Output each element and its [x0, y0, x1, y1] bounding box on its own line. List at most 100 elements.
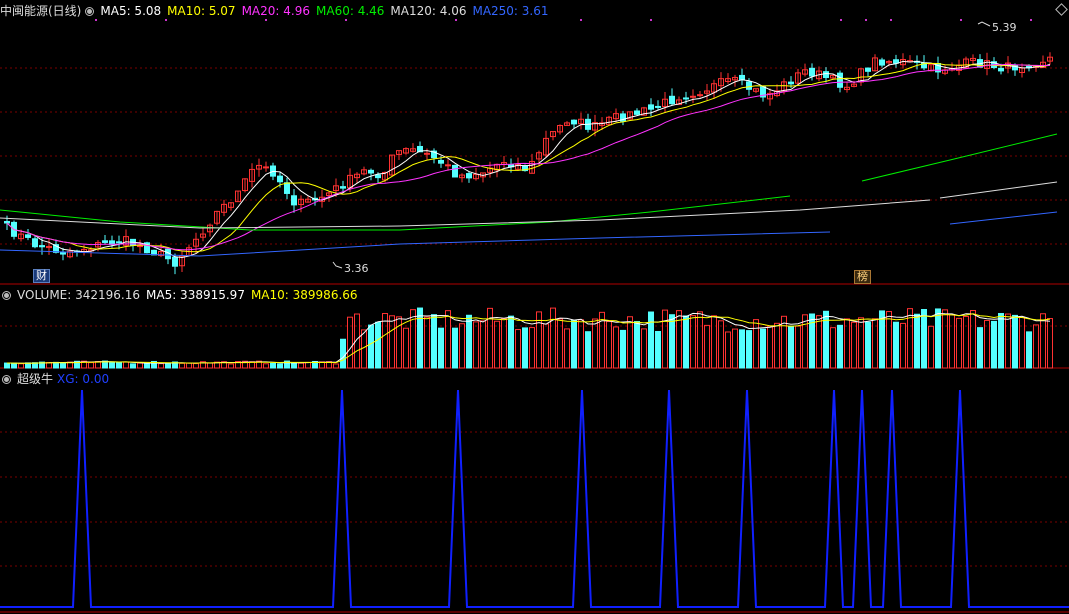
volume-bar — [298, 362, 304, 369]
volume-bar — [746, 330, 752, 369]
ma60-line — [0, 195, 791, 231]
candle-body — [102, 240, 108, 243]
volume-bar — [116, 362, 122, 369]
volume-bar — [984, 319, 990, 369]
signal-dot — [95, 19, 97, 21]
volume-bar — [641, 328, 647, 369]
candle-body — [655, 105, 661, 108]
candle-body — [697, 94, 703, 97]
volume-bar — [417, 307, 423, 369]
volume-bar — [935, 308, 941, 369]
volume-bar — [886, 311, 892, 369]
volume-bar — [970, 310, 976, 369]
finance-tag[interactable]: 财 — [33, 269, 50, 283]
volume-bar — [368, 324, 374, 369]
volume-toggle-icon[interactable] — [2, 291, 11, 300]
volume-bar — [949, 314, 955, 369]
candle-body — [669, 95, 675, 105]
volume-bar — [431, 314, 437, 369]
volume-label: VOLUME: 342196.16 — [17, 288, 140, 302]
volume-bar — [515, 329, 521, 369]
volume-bar — [620, 329, 626, 369]
volume-bar — [991, 320, 997, 369]
candle-body — [823, 71, 829, 79]
signal-dot — [960, 19, 962, 21]
candle-body — [137, 245, 143, 248]
candle-body — [879, 59, 885, 66]
low-price-label: 3.36 — [344, 262, 369, 275]
stock-chart-window: 5.39 3.36 中闽能源(日线) MA5: 5.08 MA10: 5.07 MA20… — [0, 0, 1069, 614]
volume-bar — [711, 315, 717, 369]
candle-body — [788, 81, 794, 85]
volume-bar — [1033, 324, 1039, 369]
volume-bar — [613, 326, 619, 369]
volume-bar — [410, 309, 416, 369]
stock-title[interactable]: 中闽能源(日线) — [0, 4, 81, 18]
volume-bar — [683, 315, 689, 369]
volume-bar — [963, 315, 969, 369]
volume-bar — [578, 319, 584, 369]
volume-bar — [529, 327, 535, 369]
volume-bar — [865, 321, 871, 369]
candle-body — [648, 104, 654, 110]
candle-body — [32, 238, 38, 248]
signal-dot — [165, 19, 167, 21]
volume-bar — [585, 331, 591, 369]
volume-bar — [676, 310, 682, 369]
ranking-tag[interactable]: 榜 — [854, 270, 871, 284]
indicator-header: 超级牛 XG: 0.00 — [0, 371, 115, 387]
volume-bar — [193, 363, 199, 369]
candle-body — [571, 119, 577, 125]
volume-bar — [767, 326, 773, 369]
volume-bar — [270, 362, 276, 369]
candle-body — [263, 166, 269, 169]
signal-dot — [1030, 19, 1032, 21]
volume-bar — [347, 316, 353, 369]
volume-bar — [900, 322, 906, 369]
volume-bar — [109, 361, 115, 369]
volume-bar — [438, 327, 444, 369]
candle-body — [277, 175, 283, 183]
candle-body — [865, 67, 871, 72]
indicator-toggle-icon[interactable] — [85, 7, 95, 16]
volume-bar — [774, 322, 780, 369]
volume-bar — [718, 320, 724, 369]
volume-bar — [648, 311, 654, 369]
volume-bar — [424, 316, 430, 369]
signal-dot — [890, 19, 892, 21]
volume-bar — [627, 316, 633, 369]
volume-bar — [11, 362, 17, 369]
low-price-marker — [332, 261, 343, 269]
candle-body — [746, 81, 752, 90]
indicator-name: 超级牛 — [17, 372, 54, 386]
ma120-line — [939, 181, 1058, 199]
volume-bar — [186, 362, 192, 369]
high-price-label: 5.39 — [992, 21, 1017, 34]
candle-body — [291, 195, 297, 206]
volume-bar — [473, 321, 479, 369]
volume-bar — [228, 363, 234, 369]
volume-bar — [816, 315, 822, 369]
volume-bar — [1026, 331, 1032, 369]
candle-body — [445, 164, 451, 167]
volume-bar — [704, 324, 710, 369]
signal-dot — [650, 19, 652, 21]
volume-ma5-label: MA5: 338915.97 — [146, 288, 245, 302]
chart-canvas[interactable]: 5.39 3.36 — [0, 0, 1069, 614]
volume-bar — [914, 313, 920, 369]
candle-body — [837, 72, 843, 88]
signal-dot — [865, 19, 867, 21]
ma5-line — [6, 60, 1051, 259]
candle-body — [368, 169, 374, 174]
candle-body — [4, 220, 10, 224]
signal-dot — [840, 19, 842, 21]
indicator-panel-toggle-icon[interactable] — [2, 375, 11, 384]
ma5-label: MA5: 5.08 — [100, 4, 162, 18]
candle-body — [284, 182, 290, 194]
volume-bar — [340, 338, 346, 369]
volume-bar — [921, 309, 927, 369]
ma120-label: MA120: 4.06 — [390, 4, 467, 18]
candle-body — [809, 67, 815, 77]
volume-bar — [662, 309, 668, 369]
signal-dot — [265, 19, 267, 21]
